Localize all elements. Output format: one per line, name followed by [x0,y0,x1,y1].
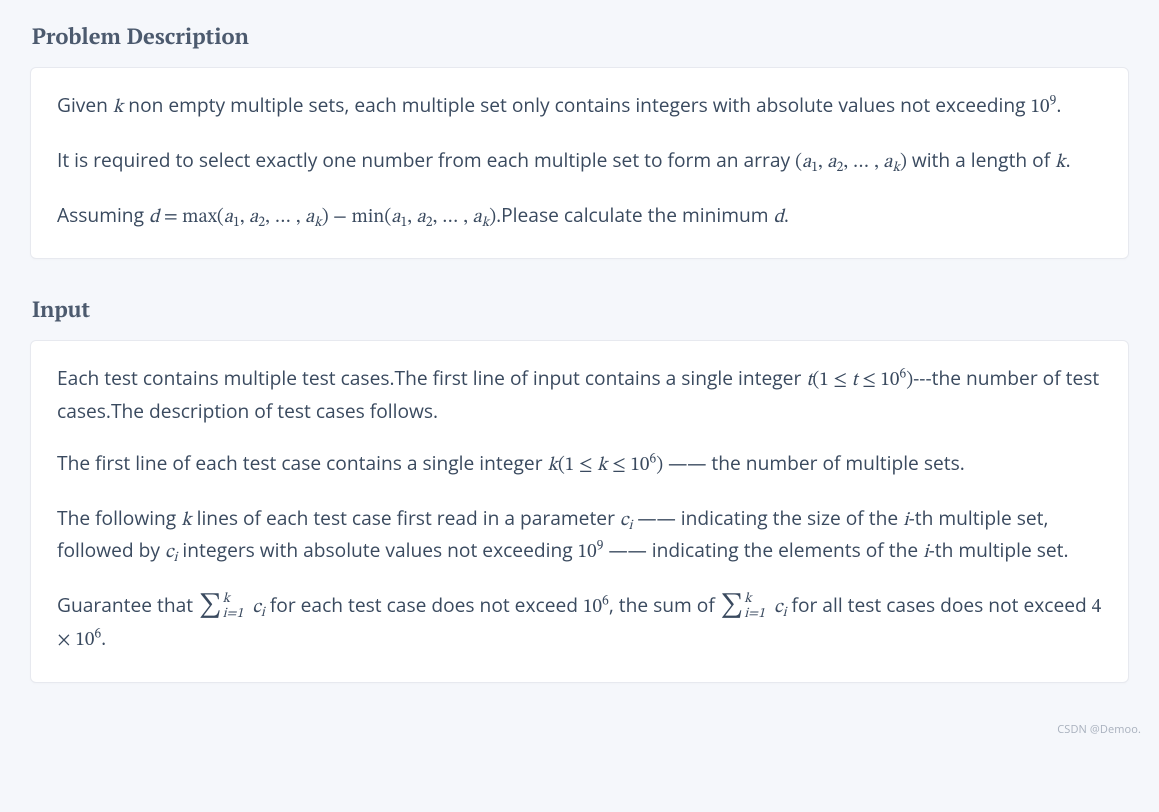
text: , … , [843,152,883,172]
section-title-problem: Problem Description [32,22,1129,51]
math-expression-d: d = max(a1, a2, … , ak) − min(a1, a2, … … [149,207,496,227]
sum-lower: i=1 [743,604,765,625]
text: .Please calculate the minimum [496,201,773,228]
problem-para-1: Given k non empty multiple sets, each mu… [57,90,1102,123]
num: 10 [75,630,94,650]
paren: ( [217,207,224,227]
paren: ) [322,207,329,227]
math-ci: ci [165,542,178,562]
text: , … , [433,207,473,227]
math-power-10-9: 109 [1031,97,1057,117]
op-min: min [351,207,384,227]
num: 10 [578,542,597,562]
text: -th multiple set. [929,536,1069,563]
math-var-k: k [1055,152,1065,172]
sub: 2 [426,215,433,229]
text: Given [57,91,113,118]
var: k [548,455,558,475]
num: 10 [583,597,602,617]
var: a [224,207,233,227]
text: . [101,624,106,651]
math-power-10-6: 106 [583,597,609,617]
var: c [252,597,261,617]
var: a [305,207,314,227]
var: a [473,207,482,227]
var: a [883,152,892,172]
text: . [1056,91,1061,118]
var: a [249,207,258,227]
text: . [1066,146,1071,173]
num: 4 [1092,597,1102,617]
input-para-3: The following k lines of each test case … [57,503,1102,569]
text: , the sum of [609,591,720,618]
num: 1 [819,370,829,390]
math-var-k: k [181,510,191,530]
op: ≤ [574,455,597,475]
text: lines of each test case first read in a … [192,504,620,531]
math-ci: ci [620,510,633,530]
text: , … , [265,207,305,227]
text: for each test case does not exceed [265,591,583,618]
sub: k [314,215,322,229]
var: c [774,597,783,617]
text: non empty multiple sets, each multiple s… [123,91,1030,118]
text: for all test cases does not exceed [787,591,1092,618]
var: k [597,455,607,475]
text: —— indicating the elements of the [603,536,923,563]
math-k-bound: k(1 ≤ k ≤ 106) [548,455,664,475]
op: ≤ [829,370,852,390]
paren: ) [900,152,907,172]
card-input: Each test contains multiple test cases.T… [30,340,1129,682]
sub: k [893,161,901,175]
text: Guarantee that [57,591,198,618]
text: Each test contains multiple test cases.T… [57,364,806,391]
text: . [784,201,789,228]
text: , [818,152,827,172]
paren: ( [795,152,802,172]
section-title-input: Input [32,295,1129,324]
card-problem: Given k non empty multiple sets, each mu… [30,67,1129,259]
math-t-bound: t(1 ≤ t ≤ 106) [806,370,913,390]
var: d [149,207,159,227]
num: 1 [565,455,575,475]
sum-lower: i=1 [222,604,244,625]
text: integers with absolute values not exceed… [177,536,577,563]
op: = [159,207,182,227]
math-array-tuple: (a1, a2, … , ak) [795,152,907,172]
exponent: 6 [602,594,609,608]
text: , [407,207,416,227]
text: It is required to select exactly one num… [57,146,795,173]
watermark: CSDN @Demoo. [1057,722,1141,737]
num: 10 [630,455,649,475]
text: The first line of each test case contain… [57,449,548,476]
input-para-1: Each test contains multiple test cases.T… [57,363,1102,426]
var: c [165,542,174,562]
text: The following [57,504,181,531]
text: —— indicating the size of the [632,504,903,531]
math-sum-ci-1: ∑ki=1ci [198,597,265,617]
math-sum-ci-2: ∑ki=1ci [720,597,787,617]
text: , [240,207,249,227]
problem-para-3: Assuming d = max(a1, a2, … , ak) − min(a… [57,200,1102,233]
text: Assuming [57,201,149,228]
paren: ( [558,455,565,475]
op: − [329,207,352,227]
text: —— the number of multiple sets. [663,449,965,476]
problem-para-2: It is required to select exactly one num… [57,145,1102,178]
input-para-2: The first line of each test case contain… [57,448,1102,481]
op: ≤ [608,455,631,475]
math-var-k: k [113,97,123,117]
input-para-4: Guarantee that ∑ki=1ci for each test cas… [57,590,1102,656]
op: ≤ [858,370,881,390]
op-max: max [182,207,217,227]
op: × [57,630,75,650]
text: with a length of [907,146,1055,173]
math-var-d: d [773,207,783,227]
var: a [417,207,426,227]
num: 10 [880,370,899,390]
var: a [802,152,811,172]
math-power-10-9: 109 [578,542,604,562]
text: 10 [1031,97,1050,117]
sub: 1 [233,215,240,229]
